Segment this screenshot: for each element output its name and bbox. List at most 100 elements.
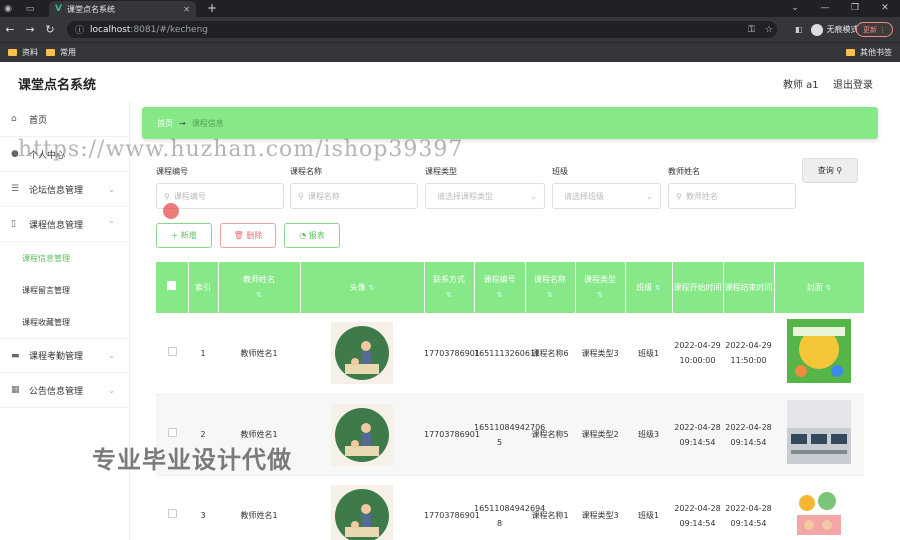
col-header-class[interactable]: 班级 ⇅ <box>625 262 673 313</box>
cell-name: 课程名称6 <box>525 313 575 395</box>
cell-end: 2022-04-28 09:14:54 <box>723 394 774 476</box>
breadcrumb-current: 课程信息 <box>191 118 224 128</box>
browser-menu-icon[interactable]: ◉ <box>0 0 16 17</box>
folder-icon <box>46 49 55 56</box>
sort-icon[interactable]: ⇅ <box>547 291 553 299</box>
breadcrumb-home[interactable]: 首页 <box>157 118 173 129</box>
cell-class: 班级1 <box>625 475 672 540</box>
url-input[interactable]: ⓘ localhost:8081/#/kecheng ⚿ ☆ <box>67 21 777 38</box>
sidebar-item-home[interactable]: ⌂ 首页 <box>0 102 129 137</box>
sidebar-subitem-course-comment[interactable]: 课程留言管理 <box>0 274 129 306</box>
cell-type: 课程类型2 <box>575 394 625 476</box>
sort-icon[interactable]: ⇅ <box>597 291 603 299</box>
close-tab-icon[interactable]: ✕ <box>183 5 190 14</box>
grid-icon: ▦ <box>11 385 20 395</box>
url-host: localhost <box>90 24 131 35</box>
cell-end: 2022-04-28 09:14:54 <box>723 475 774 540</box>
close-window-icon[interactable]: ✕ <box>870 0 900 17</box>
star-icon[interactable]: ☆ <box>765 25 773 35</box>
col-header-code[interactable]: 课程编号 ⇅ <box>474 262 526 313</box>
cell-start: 2022-04-28 09:14:54 <box>672 394 723 476</box>
cell-class: 班级1 <box>625 313 672 395</box>
cell-contact: 17703786901 <box>424 475 480 540</box>
sidebar-item-notice[interactable]: ▦ 公告信息管理 ⌄ <box>0 373 129 408</box>
sort-icon[interactable]: ⇅ <box>368 284 374 292</box>
course-type-select[interactable]: 请选择课程类型 ⌄ <box>425 183 545 209</box>
course-cover-image <box>787 400 851 464</box>
cell-contact: 17703786901 <box>424 394 480 476</box>
back-icon[interactable]: ← <box>0 23 20 36</box>
cell-class: 班级3 <box>625 394 672 476</box>
sort-icon[interactable]: ⇅ <box>825 284 831 292</box>
restore-icon[interactable]: ❐ <box>840 0 870 17</box>
cell-name: 课程名称1 <box>525 475 575 540</box>
sidepanel-icon[interactable]: ◧ <box>795 25 803 34</box>
course-cover-image <box>787 318 851 383</box>
tab-search-icon[interactable]: ▭ <box>22 0 38 17</box>
update-button[interactable]: 更新 ⋮ <box>856 22 894 37</box>
logout-link[interactable]: 退出登录 <box>833 76 873 91</box>
cell-name: 课程名称5 <box>525 394 575 476</box>
window-list-icon[interactable]: ⌄ <box>780 0 810 17</box>
teacher-avatar-image <box>331 403 393 466</box>
address-bar-row: ← → ↻ ⓘ localhost:8081/#/kecheng ⚿ ☆ ◧ 无… <box>0 17 900 42</box>
delete-button[interactable]: 🗑 删除 <box>220 223 276 248</box>
select-all-checkbox[interactable] <box>156 262 189 313</box>
sidebar-item-attendance[interactable]: ▬ 课程考勤管理 ⌄ <box>0 338 129 373</box>
col-header-avatar[interactable]: 头像 ⇅ <box>300 262 425 313</box>
col-header-type[interactable]: 课程类型 ⇅ <box>575 262 626 313</box>
sidebar-subitem-course-favorite[interactable]: 课程收藏管理 <box>0 306 129 338</box>
sidebar-item-course[interactable]: ▯ 课程信息管理 ⌃ <box>0 207 129 242</box>
cell-type: 课程类型3 <box>575 313 625 395</box>
watermark-text: 专业毕业设计代做 <box>92 446 292 474</box>
row-checkbox[interactable] <box>156 475 188 540</box>
reload-icon[interactable]: ↻ <box>40 23 60 36</box>
cell-cover <box>774 394 864 476</box>
watermark-url: https://www.huzhan.com/ishop39397 <box>18 137 464 162</box>
url-path: :8081/#/kecheng <box>130 24 208 35</box>
teacher-name-input[interactable]: ⚲ 教师姓名 <box>668 183 796 209</box>
sidebar-item-forum[interactable]: ☰ 论坛信息管理 ⌄ <box>0 172 129 207</box>
cell-avatar <box>300 394 424 476</box>
col-header-start[interactable]: 课程开始时间 <box>672 262 724 313</box>
other-bookmarks[interactable]: 其他书签 <box>846 47 892 58</box>
key-icon[interactable]: ⚿ <box>748 25 755 35</box>
filter-label-class: 班级 <box>552 167 568 176</box>
bookmark-folder[interactable]: 资料 <box>8 47 38 58</box>
row-checkbox[interactable] <box>156 313 188 395</box>
cell-code: 1651113260611 <box>474 313 540 395</box>
tab-title: 课堂点名系统 <box>66 4 115 14</box>
sort-icon[interactable]: ⇅ <box>256 291 262 299</box>
course-name-input[interactable]: ⚲ 课程名称 <box>290 183 418 209</box>
home-icon: ⌂ <box>11 114 17 124</box>
table-row[interactable]: 3 教师姓名1 17703786901 16511084942694 8 课程名… <box>156 475 864 540</box>
add-button[interactable]: + 新增 <box>156 223 212 248</box>
minimize-icon[interactable]: — <box>810 0 840 17</box>
col-header-teacher[interactable]: 教师姓名 ⇅ <box>218 262 301 313</box>
sort-icon[interactable]: ⇅ <box>446 291 452 299</box>
table-row[interactable]: 1 教师姓名1 17703786901 1651113260611 课程名称6 … <box>156 313 864 395</box>
col-header-cover[interactable]: 封面 ⇅ <box>774 262 865 313</box>
new-tab-button[interactable]: + <box>207 0 217 17</box>
cell-code: 16511084942694 8 <box>474 475 545 540</box>
query-button[interactable]: 查询 ⚲ <box>802 158 858 183</box>
browser-tab[interactable]: V 课堂点名系统 ✕ <box>49 1 196 17</box>
forward-icon[interactable]: → <box>20 23 40 36</box>
filter-label-course-name: 课程名称 <box>290 167 322 176</box>
sort-icon[interactable]: ⇅ <box>497 291 503 299</box>
site-info-icon[interactable]: ⓘ <box>75 23 84 36</box>
profile-button[interactable]: ◧ 无痕模式 <box>795 21 859 38</box>
briefcase-icon: ▬ <box>11 350 20 361</box>
col-header-contact[interactable]: 联系方式 ⇅ <box>424 262 475 313</box>
cell-type: 课程类型3 <box>575 475 625 540</box>
sidebar-subitem-course-info[interactable]: 课程信息管理 <box>0 242 129 274</box>
col-header-end[interactable]: 课程结束时间 <box>723 262 775 313</box>
report-button[interactable]: ◔ 报表 <box>284 223 340 248</box>
search-icon: ⚲ <box>676 191 682 201</box>
cell-code: 16511084942706 5 <box>474 394 545 476</box>
col-header-name[interactable]: 课程名称 ⇅ <box>525 262 576 313</box>
class-select[interactable]: 请选择班级 ⌄ <box>552 183 661 209</box>
sort-icon[interactable]: ⇅ <box>655 284 661 292</box>
bookmark-folder[interactable]: 常用 <box>46 47 76 58</box>
chart-icon: ◔ <box>299 231 307 240</box>
